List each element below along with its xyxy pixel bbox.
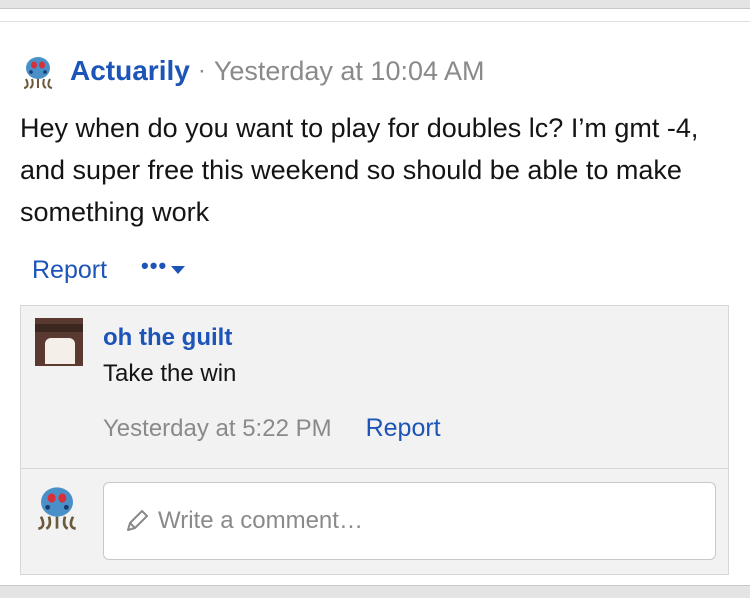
header-separator: ·	[197, 57, 206, 84]
avatar-band	[35, 324, 83, 332]
post-actions: Report •••	[32, 253, 186, 287]
comment-divider	[21, 468, 728, 469]
comment-text: Take the win	[103, 360, 237, 387]
comment-placeholder: Write a comment…	[158, 507, 363, 534]
comments-section: oh the guilt Take the win Yesterday at 5…	[20, 305, 729, 575]
comment-timestamp[interactable]: Yesterday at 5:22 PM	[103, 415, 332, 443]
top-strip	[0, 0, 750, 8]
tentacool-avatar-icon[interactable]	[20, 53, 56, 89]
post-timestamp[interactable]: Yesterday at 10:04 AM	[214, 56, 485, 87]
comment-report-link[interactable]: Report	[366, 414, 441, 443]
caret-down-icon	[171, 266, 186, 274]
post-report-link[interactable]: Report	[32, 256, 107, 285]
more-options-button[interactable]: •••	[141, 253, 186, 283]
comment-meta: Yesterday at 5:22 PM Report	[103, 414, 441, 443]
pencil-icon	[127, 510, 148, 531]
post-body: Hey when do you want to play for doubles…	[20, 113, 699, 227]
comment-author-link[interactable]: oh the guilt	[103, 324, 232, 352]
avatar-face	[45, 338, 75, 364]
comment-input[interactable]: Write a comment…	[103, 482, 716, 560]
card-divider	[0, 21, 750, 22]
more-dots: •••	[141, 253, 168, 278]
post-author-link[interactable]: Actuarily	[70, 55, 190, 87]
post-header: Actuarily · Yesterday at 10:04 AM	[20, 51, 485, 91]
tentacool-avatar-icon	[38, 487, 76, 530]
avatar[interactable]	[35, 318, 83, 366]
post-card: Actuarily · Yesterday at 10:04 AM Hey wh…	[0, 8, 750, 586]
